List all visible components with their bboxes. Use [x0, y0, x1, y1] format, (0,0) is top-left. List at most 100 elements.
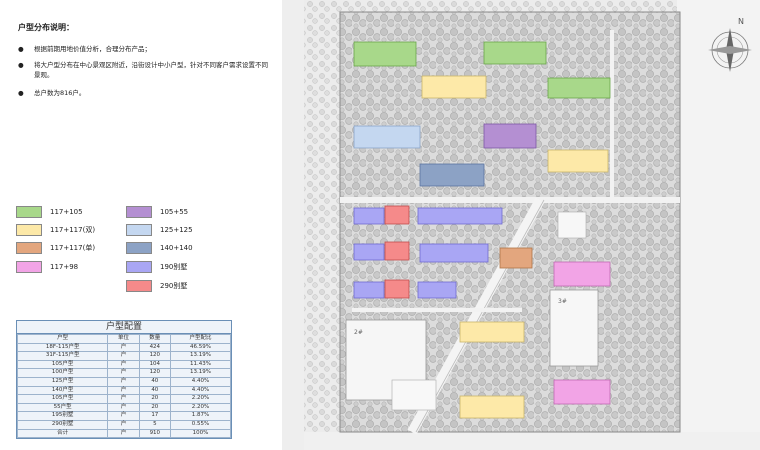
- map-label: 2#: [354, 329, 363, 336]
- table-cell: 户: [107, 428, 140, 439]
- table-cell: 17: [138, 411, 171, 421]
- bullet-dot: ●: [18, 61, 24, 69]
- header-cell: 单位: [107, 334, 140, 344]
- legend-label: 117+117(单): [50, 244, 96, 252]
- table-cell: 1.87%: [169, 411, 232, 421]
- table-cell: 195别墅: [16, 411, 109, 421]
- table-cell: 0.55%: [169, 419, 232, 430]
- table-cell: 40: [138, 385, 171, 396]
- legend-swatch: [16, 206, 42, 218]
- table-cell: 20: [138, 394, 171, 404]
- table-cell: 4.40%: [169, 385, 232, 396]
- table-cell: 120: [138, 368, 171, 378]
- table-row: 195别墅户 17 1.87%: [16, 411, 232, 421]
- table-cell: 户: [107, 385, 140, 396]
- legend-label: 117+98: [50, 263, 79, 271]
- table-row: 290别墅户 5 0.55%: [16, 419, 232, 430]
- site-plan: 2# 3# N: [282, 0, 760, 450]
- legend-swatch: [126, 261, 152, 273]
- legend-label: 125+125: [160, 226, 193, 234]
- table-row: 140户型户 40 4.40%: [16, 385, 232, 396]
- table-cell: 55户型: [16, 402, 109, 413]
- legend-label: 290别墅: [160, 282, 188, 290]
- panel-title: 户型分布说明：: [18, 23, 74, 32]
- building-140-140: [419, 163, 485, 187]
- table-row: 55户型户 20 2.20%: [16, 402, 232, 413]
- table-row: 合计户 910 100%: [16, 428, 232, 439]
- table-cell: 合计: [16, 428, 109, 439]
- table-cell: 户: [107, 419, 140, 430]
- table-cell: 125户型: [16, 376, 109, 387]
- table-row: 18F-115户型户 424 46.59%: [16, 342, 232, 353]
- table-cell: 120: [138, 351, 171, 361]
- table-caption: 户型配置: [17, 321, 231, 334]
- legend-swatch: [126, 280, 152, 292]
- table-cell: 140户型: [16, 385, 109, 396]
- header-cell: 户型: [16, 334, 109, 344]
- legend-panel: 户型分布说明： ● 根据前期用地价值分析，合理分布产品； ● 将大户型分布在中心…: [0, 0, 282, 450]
- table-cell: 户: [107, 342, 140, 353]
- building-125-125: [353, 125, 421, 149]
- legend-swatch: [16, 242, 42, 254]
- table-cell: 910: [138, 428, 171, 439]
- table-cell: 424: [138, 342, 171, 353]
- table-body: 18F-115户型户 424 46.59% 31F-115户型户 120 13.19% 10…: [16, 342, 232, 439]
- table-cell: 11.43%: [169, 359, 232, 370]
- legend-label: 117+117(双): [50, 226, 96, 234]
- table-cell: 户: [107, 359, 140, 370]
- table-row: 100户型户 120 13.19%: [16, 368, 232, 378]
- table-cell: 104: [138, 359, 171, 370]
- bullet-dot: ●: [18, 89, 24, 97]
- table-header-row: 户型 单位 数量 户型配比: [16, 334, 232, 344]
- legend-swatch: [16, 261, 42, 273]
- table-cell: 13.19%: [169, 351, 232, 361]
- legend-label: 140+140: [160, 244, 193, 252]
- table-cell: 105户型: [16, 359, 109, 370]
- building-117-117-single: [499, 247, 533, 269]
- legend-swatch: [126, 206, 152, 218]
- bullet-dot: ●: [18, 45, 24, 53]
- small-block: [557, 211, 587, 239]
- table-cell: 20: [138, 402, 171, 413]
- east-road: [677, 0, 760, 450]
- legend-swatch: [126, 242, 152, 254]
- table-cell: 户: [107, 394, 140, 404]
- table-cell: 户: [107, 376, 140, 387]
- table-row: 125户型户 40 4.40%: [16, 376, 232, 387]
- table-cell: 2.20%: [169, 402, 232, 413]
- header-cell: 户型配比: [169, 334, 232, 344]
- table-cell: 13.19%: [169, 368, 232, 378]
- north-label: N: [738, 17, 744, 26]
- table-cell: 5: [138, 419, 171, 430]
- south-road: [282, 432, 760, 450]
- table-cell: 户: [107, 368, 140, 378]
- bullet-text: 根据前期用地价值分析，合理分布产品；: [34, 45, 151, 53]
- map-label: 3#: [558, 298, 567, 305]
- legend-swatch: [126, 224, 152, 236]
- table-row: 105户型户 104 11.43%: [16, 359, 232, 370]
- west-road: [282, 0, 304, 450]
- table-cell: 2.20%: [169, 394, 232, 404]
- legend-label: 117+105: [50, 208, 83, 216]
- header-cell: 数量: [138, 334, 171, 344]
- table-cell: 40: [138, 376, 171, 387]
- table-cell: 4.40%: [169, 376, 232, 387]
- table-row: 105户型户 20 2.20%: [16, 394, 232, 404]
- table-cell: 100%: [169, 428, 232, 439]
- unit-config-table: 户型配置 户型 单位 数量 户型配比 18F-115户型户 424 46.59% 31…: [16, 320, 232, 440]
- table-row: 31F-115户型户 120 13.19%: [16, 351, 232, 361]
- config-table-grid: 户型 单位 数量 户型配比 18F-115户型户 424 46.59% 31F-115…: [16, 334, 232, 439]
- table-cell: 户: [107, 411, 140, 421]
- bullet-text: 总户数为816户。: [34, 89, 86, 97]
- table-cell: 户: [107, 402, 140, 413]
- table-cell: 105户型: [16, 394, 109, 404]
- commercial-block: [391, 379, 437, 411]
- legend-label: 190别墅: [160, 263, 188, 271]
- villa-290: [384, 205, 410, 299]
- table-cell: 290别墅: [16, 419, 109, 430]
- building-105-55: [483, 123, 537, 149]
- legend-label: 105+55: [160, 208, 189, 216]
- table-cell: 户: [107, 351, 140, 361]
- table-cell: 31F-115户型: [16, 351, 109, 361]
- table-cell: 100户型: [16, 368, 109, 378]
